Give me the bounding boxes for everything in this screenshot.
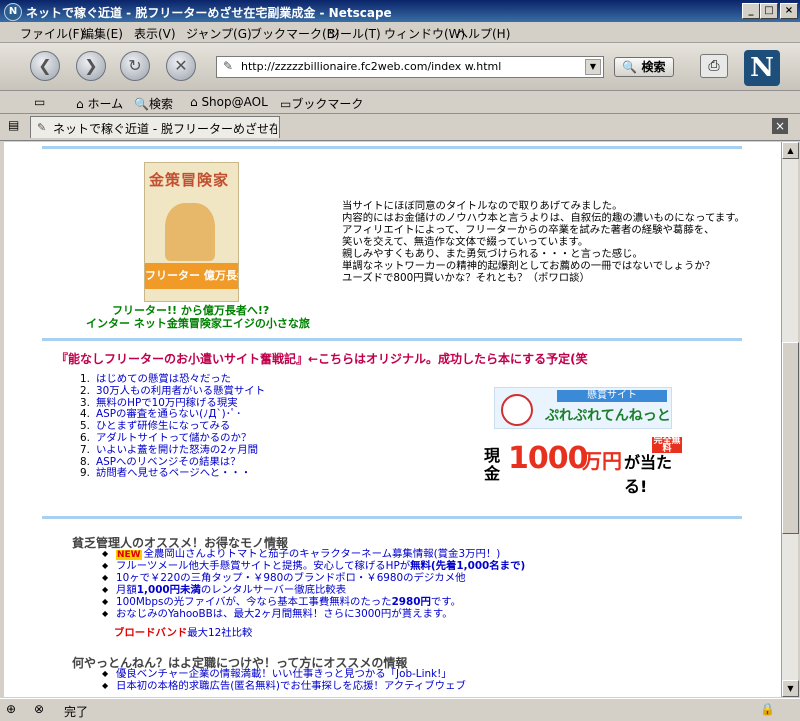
home-link[interactable]: ⌂ ホーム bbox=[76, 95, 123, 112]
cash-prize-banner[interactable]: 現金 1000 万円 が当たる! 完全無料 bbox=[482, 436, 686, 496]
url-text[interactable]: http://zzzzzbillionaire.fc2web.com/index… bbox=[241, 60, 501, 73]
banner-suffix: が当たる! bbox=[624, 453, 673, 496]
window-title: ネットで稼ぐ近道 - 脱フリーターめざせ在宅副業成金 - Netscape bbox=[26, 6, 392, 20]
status-text: 完了 bbox=[64, 705, 89, 719]
intro-text: 当サイトにほぼ同意のタイトルなので取りあげてみました。 内容的にはお金儲けのノウ… bbox=[342, 200, 745, 284]
shop-link[interactable]: ⌂ Shop@AOL bbox=[190, 95, 268, 109]
divider bbox=[42, 338, 742, 341]
location-icon: ✎ bbox=[223, 59, 234, 73]
security-icon[interactable]: ⊕ bbox=[6, 702, 16, 716]
list-item[interactable]: 10ヶで￥220の三角タップ・￥980のブランドポロ・￥6980のデジカメ他 bbox=[102, 572, 525, 584]
shop-label: Shop@AOL bbox=[201, 95, 268, 109]
maximize-button[interactable]: □ bbox=[760, 3, 778, 19]
book-caption-2[interactable]: インター ネット金策冒険家エイジの小さな旅 bbox=[86, 315, 310, 331]
book-cover-image[interactable]: 金策冒険家 フリーター 億万長者 bbox=[144, 162, 239, 302]
forward-button[interactable]: ❯ bbox=[76, 51, 106, 81]
broadband-label[interactable]: ブロードバンド bbox=[114, 627, 187, 639]
menu-go[interactable]: ジャンプ(G) bbox=[186, 25, 252, 42]
section1-heading: 『能なしフリーターのお小遣いサイト奮戦記』←こちらはオリジナル。成功したら本にす… bbox=[56, 352, 588, 366]
menu-tools[interactable]: ツール(T) bbox=[328, 25, 381, 42]
prize-site-banner[interactable]: 懸賞サイト ぷれぷれてんねっと bbox=[494, 387, 672, 429]
intro-line: 内容的にはお金儲けのノウハウ本と言うよりは、自叙伝的趣の濃いものになってます。 bbox=[342, 212, 745, 224]
book-cover-figure bbox=[165, 203, 215, 261]
page-content: 金策冒険家 フリーター 億万長者 フリーター!! から億万長者へ!? インター … bbox=[4, 142, 781, 697]
menu-bar: ファイル(F) 編集(E) 表示(V) ジャンプ(G) ブックマーク(B) ツー… bbox=[0, 22, 800, 43]
list-item[interactable]: NEW全農岡山さんよりトマトと茄子のキャラクターネーム募集情報(賞金3万円！) bbox=[102, 548, 525, 560]
minimize-button[interactable]: _ bbox=[742, 3, 760, 19]
bookmarks-label: ブックマーク bbox=[291, 97, 364, 111]
intro-line: 当サイトにほぼ同意のタイトルなので取りあげてみました。 bbox=[342, 200, 623, 212]
banner-name: ぷれぷれてんねっと bbox=[545, 408, 671, 424]
intro-line: 親しみやすくもあり、また勇気づけられる・・・と言った感じ。 bbox=[342, 248, 643, 260]
divider bbox=[42, 146, 742, 149]
lock-icon[interactable]: 🔒 bbox=[760, 702, 775, 716]
print-icon[interactable]: ⎙ bbox=[700, 54, 728, 78]
book-cover-title: 金策冒険家 bbox=[149, 171, 230, 189]
divider bbox=[42, 516, 742, 519]
broadband-link[interactable]: ブロードバンド最大12社比較 bbox=[114, 624, 252, 639]
book-cover-band: フリーター 億万長者 bbox=[145, 263, 238, 289]
new-badge: NEW bbox=[116, 550, 142, 560]
close-tab-icon[interactable]: × bbox=[772, 118, 788, 134]
toolbar-tab-icon[interactable]: ▭ bbox=[34, 95, 45, 109]
page-icon: ✎ bbox=[37, 121, 47, 134]
banner-amount: 1000 bbox=[508, 441, 588, 476]
tab-label: ネットで稼ぐ近道 - 脱フリーターめざせ在宅副… bbox=[53, 122, 277, 136]
diary-list: 1. はじめての懸賞は恐々だった 2. 30万人もの利用者がいる懸賞サイト 3. 無料… bbox=[80, 373, 265, 480]
jobs-list: 優良ベンチャー企業の情報満載！いい仕事きっと見つかる「Job-Link!」 日本… bbox=[102, 668, 466, 692]
search-label: 検索 bbox=[148, 97, 173, 111]
intro-line: 単調なネットワーカーの精神的起爆剤としてお薦めの一冊ではないでしょうか？ bbox=[342, 260, 716, 272]
netscape-logo[interactable]: N bbox=[744, 50, 780, 86]
close-window-button[interactable]: × bbox=[780, 3, 798, 19]
connection-icon: ⊗ bbox=[34, 702, 45, 716]
menu-edit[interactable]: 編集(E) bbox=[82, 25, 123, 42]
banner-prefix: 現金 bbox=[484, 446, 501, 483]
intro-line: ユーズドで800円買いかな？それとも？（ポワロ談） bbox=[342, 272, 590, 284]
list-item[interactable]: 100Mbpsの光ファイバが、今なら基本工事費無料のたった2980円です。 bbox=[102, 596, 525, 608]
netscape-icon: N bbox=[4, 3, 22, 21]
menu-view[interactable]: 表示(V) bbox=[134, 25, 176, 42]
list-item[interactable]: フルーツメール他大手懸賞サイトと提携。安心して稼げるHPが無料(先着1,000名… bbox=[102, 560, 525, 572]
banner-tag: 懸賞サイト bbox=[557, 390, 667, 402]
list-item[interactable]: 月額1,000円未満のレンタルサーバー徹底比較表 bbox=[102, 584, 525, 596]
home-label: ホーム bbox=[87, 97, 124, 111]
personal-toolbar: ▭ ⌂ ホーム 🔍検索 ⌂ Shop@AOL ▭ブックマーク bbox=[0, 91, 800, 114]
mascot-icon bbox=[501, 394, 533, 426]
bookmarks-link[interactable]: ▭ブックマーク bbox=[280, 95, 363, 112]
tab-current[interactable]: ✎ ネットで稼ぐ近道 - 脱フリーターめざせ在宅副… bbox=[30, 116, 280, 138]
list-item[interactable]: おなじみのYahooBBは、最大2ヶ月間無料！さらに3000円が貰えます。 bbox=[102, 608, 525, 620]
intro-line: 笑いを交えて、無造作な文体で綴っていっています。 bbox=[342, 236, 589, 248]
list-item[interactable]: 9. 訪問者へ見せるページへと・・・ bbox=[80, 467, 265, 480]
intro-line: アフィリエイトによって、フリーターからの卒業を試みた著者の経験や葛藤を、 bbox=[342, 224, 715, 236]
status-bar: ⊕ ⊗ 完了 🔒 bbox=[0, 698, 800, 721]
menu-window[interactable]: ウィンドウ(W) bbox=[384, 25, 465, 42]
vertical-scrollbar[interactable]: ▲ ▼ bbox=[781, 142, 799, 697]
list-item[interactable]: 日本初の本格的求職広告(匿名無料)でお仕事探しを応援！アクティブウェブ bbox=[102, 680, 466, 692]
window-titlebar: N ネットで稼ぐ近道 - 脱フリーターめざせ在宅副業成金 - Netscape … bbox=[0, 0, 800, 22]
search-link[interactable]: 🔍検索 bbox=[134, 95, 173, 112]
url-dropdown-icon[interactable]: ▼ bbox=[585, 59, 601, 75]
deals-list: NEW全農岡山さんよりトマトと茄子のキャラクターネーム募集情報(賞金3万円！) … bbox=[102, 548, 525, 620]
scroll-up-icon[interactable]: ▲ bbox=[782, 142, 799, 159]
reload-button[interactable]: ↻ bbox=[120, 51, 150, 81]
banner-badge: 完全無料 bbox=[652, 436, 682, 454]
list-item[interactable]: 優良ベンチャー企業の情報満載！いい仕事きっと見つかる「Job-Link!」 bbox=[102, 668, 466, 680]
broadband-tail[interactable]: 最大12社比較 bbox=[187, 627, 252, 639]
menu-file[interactable]: ファイル(F) bbox=[20, 25, 84, 42]
banner-unit: 万円 bbox=[582, 449, 622, 473]
tab-bar: ▤ ✎ ネットで稼ぐ近道 - 脱フリーターめざせ在宅副… bbox=[0, 114, 800, 141]
scroll-thumb[interactable] bbox=[782, 342, 799, 534]
menu-help[interactable]: ヘルプ(H) bbox=[456, 25, 510, 42]
url-bar[interactable]: ✎ http://zzzzzbillionaire.fc2web.com/ind… bbox=[216, 56, 604, 78]
scroll-down-icon[interactable]: ▼ bbox=[782, 680, 799, 697]
tab-list-icon[interactable]: ▤ bbox=[8, 118, 19, 132]
stop-button[interactable]: ✕ bbox=[166, 51, 196, 81]
back-button[interactable]: ❮ bbox=[30, 51, 60, 81]
menu-bookmarks[interactable]: ブックマーク(B) bbox=[250, 25, 340, 42]
search-button-label: 検索 bbox=[641, 60, 666, 74]
search-button[interactable]: 🔍 検索 bbox=[614, 57, 674, 77]
